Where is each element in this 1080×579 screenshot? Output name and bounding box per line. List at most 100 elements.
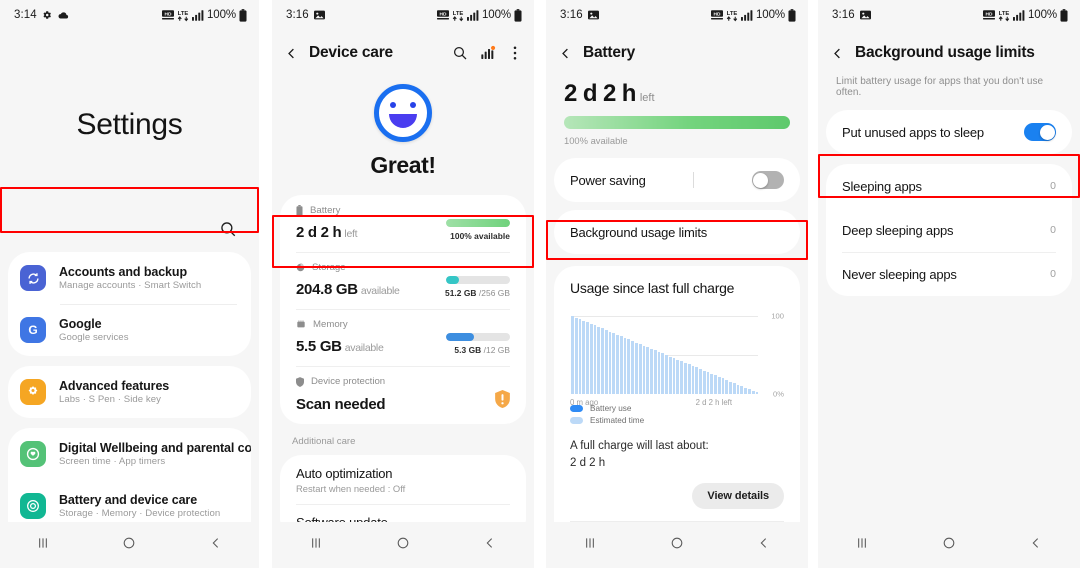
list-item-background-usage-limits[interactable]: Background usage limits [554,210,800,254]
list-item-deep-sleeping-apps[interactable]: Deep sleeping apps 0 [826,208,1072,252]
back-chevron-icon[interactable] [558,46,573,61]
app-bar: Battery [546,30,808,74]
back-chevron-icon[interactable] [284,46,299,61]
status-row-memory[interactable]: Memory 5.5 GB available 5.3 GB /12 GB [280,309,526,366]
back-chevron-icon[interactable] [830,46,845,61]
chart-bar [754,392,759,394]
list-item-software-update[interactable]: Software update [280,504,526,522]
home-icon[interactable] [669,535,685,556]
battery-available-text: 100% available [450,231,510,241]
hd-icon: HD [982,10,995,20]
home-icon[interactable] [395,535,411,556]
status-row-label-wrap: Battery [296,205,510,216]
sidebar-item-google[interactable]: G Google Google services [8,304,251,356]
sleeping-apps-count: 0 [1050,180,1056,192]
smiley-face-icon [374,84,432,142]
svg-text:G: G [28,323,37,337]
status-row-storage[interactable]: Storage 204.8 GB available 51.2 GB /256 G… [280,252,526,309]
recent-apps-icon[interactable] [854,535,870,556]
back-icon[interactable] [482,535,498,556]
list-item-power-saving[interactable]: Power saving [554,158,800,202]
battery-icon [296,205,303,216]
battery-screen-body: Battery 2 d 2 h left 100% available Power… [546,30,808,522]
usage-card-title: Usage since last full charge [570,280,735,296]
list-item-never-sleeping-apps[interactable]: Never sleeping apps 0 [826,252,1072,296]
card-divider [570,521,784,522]
sidebar-item-label: Digital Wellbeing and parental controls [59,441,251,455]
status-row-value-text: 2 d 2 h [296,224,342,241]
status-bar-time: 3:16 [560,9,583,21]
search-icon[interactable] [219,220,237,238]
app-bar: Background usage limits [818,30,1080,74]
back-icon[interactable] [756,535,772,556]
home-icon[interactable] [121,535,137,556]
battery-icon [788,8,796,22]
settings-search-row [0,220,259,252]
device-status-text: Great! [370,152,436,178]
page-title: Device care [309,44,393,61]
battery-usage-chart: 100 0% 0 m ago 2 d 2 h left [570,312,784,407]
battery-progress-bar [446,219,510,227]
phone-panel-background-usage-limits: 3:16 HD LTE 100% Background usage limits… [818,0,1080,568]
phone-panel-settings: 3:14 HD LTE 100% Settings Accounts and b… [0,0,259,568]
sidebar-item-subtitle: Labs · S Pen · Side key [59,394,161,405]
back-icon[interactable] [208,535,224,556]
status-row-value-text: 204.8 GB [296,281,358,298]
full-charge-value: 2 d 2 h [570,456,606,469]
sidebar-item-advanced-features[interactable]: Advanced features Labs · S Pen · Side ke… [8,366,251,418]
recent-apps-icon[interactable] [35,535,51,556]
background-usage-limits-screen-body: Background usage limits Limit battery us… [818,30,1080,522]
svg-text:HD: HD [714,11,721,17]
status-row-value-text: 5.5 GB [296,338,342,355]
navigation-bar [0,522,259,568]
shield-icon [296,376,304,387]
memory-used: 5.3 GB [454,345,482,355]
search-icon[interactable] [452,45,468,61]
status-bar-battery-percent: 100% [206,9,236,21]
chart-plot-area: 100 0% [570,312,784,399]
recent-apps-icon[interactable] [582,535,598,556]
list-item-title: Software update [296,515,510,522]
battery-remaining-unit: left [639,92,655,104]
view-details-button[interactable]: View details [692,483,784,510]
sidebar-item-label: Battery and device care [59,493,198,507]
list-item-auto-optimization[interactable]: Auto optimization Restart when needed : … [280,455,526,504]
list-item-sleeping-apps[interactable]: Sleeping apps 0 [826,164,1072,208]
svg-text:LTE: LTE [453,10,464,16]
x-axis-label-start: 0 m ago [570,398,599,407]
sidebar-item-digital-wellbeing[interactable]: Digital Wellbeing and parental controls … [8,428,251,480]
battery-icon [1060,8,1068,22]
back-icon[interactable] [1028,535,1044,556]
memory-total: /12 GB [481,345,510,355]
status-bar: 3:16 HD LTE 100% [818,0,1080,30]
full-charge-label: A full charge will last about: [570,440,709,452]
smiley-mouth [389,114,417,128]
svg-text:LTE: LTE [727,10,738,16]
lte-icon: LTE [726,9,738,22]
overflow-menu-icon[interactable] [508,45,522,61]
list-item-put-unused-apps-to-sleep[interactable]: Put unused apps to sleep [826,110,1072,154]
power-saving-toggle[interactable] [751,171,784,189]
battery-available-text: 100% available [564,135,628,146]
sidebar-item-accounts-and-backup[interactable]: Accounts and backup Manage accounts · Sm… [8,252,251,304]
status-bar-battery-percent: 100% [481,9,511,21]
phone-panel-battery: 3:16 HD LTE 100% Battery 2 d 2 h left 10… [546,0,808,568]
sidebar-item-battery-and-device-care[interactable]: Battery and device care Storage · Memory… [8,480,251,522]
svg-text:LTE: LTE [999,10,1010,16]
status-row-battery[interactable]: Battery 2 d 2 h left 100% available [280,195,526,252]
status-row-device-protection[interactable]: Device protection Scan needed [280,366,526,424]
sidebar-item-subtitle: Screen time · App timers [59,456,166,467]
status-bar-time: 3:16 [832,9,855,21]
home-icon[interactable] [941,535,957,556]
gear-icon [42,10,52,20]
deep-sleeping-apps-count: 0 [1050,224,1056,236]
status-bar: 3:16 HD LTE 100% [546,0,808,30]
status-row-value: 204.8 GB available [296,281,400,298]
put-unused-apps-to-sleep-toggle[interactable] [1024,123,1056,141]
recent-apps-icon[interactable] [308,535,324,556]
page-title: Settings [76,108,183,141]
list-item-label: Put unused apps to sleep [842,124,984,140]
svg-text:HD: HD [165,11,172,17]
chart-legend: Battery use Estimated time [570,404,784,425]
chart-badge-icon[interactable] [480,45,496,61]
